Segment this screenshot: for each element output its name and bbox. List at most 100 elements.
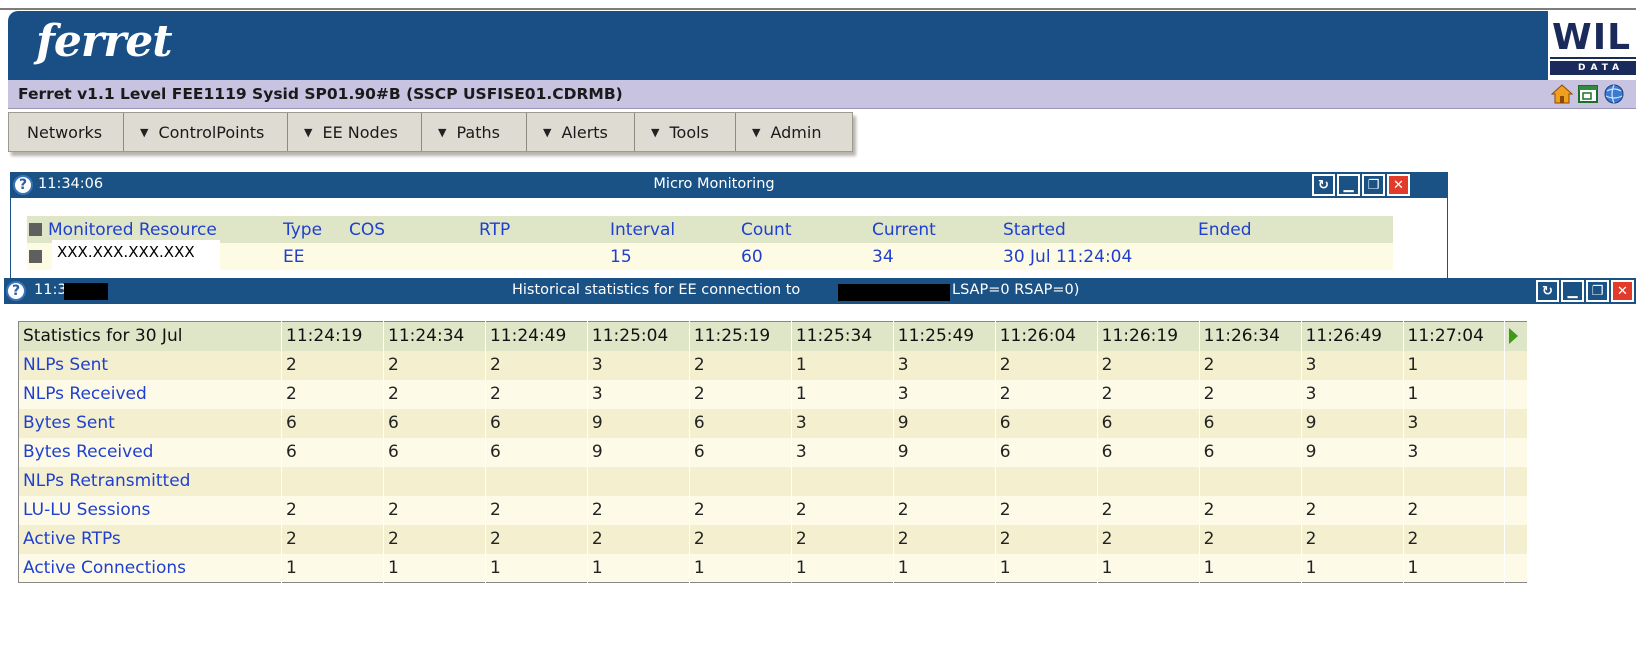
menu-networks-label: Networks bbox=[27, 122, 103, 142]
col-ended[interactable]: Ended bbox=[1196, 216, 1393, 243]
stats-cell: 1 bbox=[791, 553, 894, 583]
stats-cell: 2 bbox=[485, 350, 588, 380]
row-interval: 15 bbox=[608, 243, 739, 270]
time-column-header: 11:24:49 bbox=[485, 321, 588, 351]
stats-cell: 3 bbox=[1301, 379, 1404, 409]
stats-cell: 6 bbox=[1199, 437, 1302, 467]
stats-date-label: Statistics for 30 Jul bbox=[18, 321, 283, 351]
col-monitored-resource[interactable]: Monitored Resource bbox=[27, 216, 281, 243]
menu-paths[interactable]: ▼ Paths bbox=[422, 113, 527, 151]
next-page-button[interactable] bbox=[1504, 321, 1528, 351]
menu-controlpoints[interactable]: ▼ ControlPoints bbox=[124, 113, 288, 151]
close-icon[interactable]: ✕ bbox=[1387, 174, 1410, 196]
stats-row-label[interactable]: Bytes Sent bbox=[18, 408, 283, 438]
restore-icon[interactable]: ❐ bbox=[1586, 280, 1609, 302]
stats-row-end bbox=[1504, 553, 1528, 583]
time-column-header: 11:24:34 bbox=[383, 321, 486, 351]
minimize-icon[interactable]: ▁ bbox=[1337, 174, 1360, 196]
stats-cell: 1 bbox=[1097, 553, 1200, 583]
micro-title: Micro Monitoring bbox=[653, 176, 775, 192]
stats-cell: 2 bbox=[383, 524, 486, 554]
stats-row-label[interactable]: NLPs Sent bbox=[18, 350, 283, 380]
refresh-icon[interactable]: ↻ bbox=[1312, 174, 1335, 196]
micro-data-row[interactable]: EE 15 60 34 30 Jul 11:24:04 bbox=[27, 243, 1393, 270]
home-icon[interactable] bbox=[1550, 82, 1574, 106]
menu-paths-label: Paths bbox=[456, 122, 500, 142]
row-checkbox[interactable] bbox=[29, 250, 42, 263]
time-redaction bbox=[64, 283, 108, 300]
stats-cell: 2 bbox=[485, 495, 588, 525]
chevron-down-icon: ▼ bbox=[140, 125, 149, 139]
stats-cell bbox=[1403, 466, 1506, 496]
menu-networks[interactable]: Networks bbox=[9, 113, 124, 151]
window-icon[interactable] bbox=[1576, 82, 1600, 106]
col-current[interactable]: Current bbox=[870, 216, 1001, 243]
menu-admin-label: Admin bbox=[770, 122, 822, 142]
menu-alerts[interactable]: ▼ Alerts bbox=[527, 113, 635, 151]
chevron-down-icon: ▼ bbox=[651, 125, 660, 139]
time-column-header: 11:27:04 bbox=[1403, 321, 1506, 351]
menu-ee-nodes[interactable]: ▼ EE Nodes bbox=[288, 113, 422, 151]
stats-cell: 2 bbox=[689, 495, 792, 525]
stats-cell: 1 bbox=[689, 553, 792, 583]
stats-cell: 6 bbox=[689, 408, 792, 438]
stats-row: Bytes Sent 6 6 6 9 6 3 9 6 6 6 9 3 bbox=[18, 408, 1528, 438]
stats-cell: 2 bbox=[791, 495, 894, 525]
stats-cell: 3 bbox=[791, 408, 894, 438]
time-column-header: 11:26:19 bbox=[1097, 321, 1200, 351]
globe-icon[interactable] bbox=[1602, 82, 1626, 106]
col-type[interactable]: Type bbox=[281, 216, 347, 243]
stats-cell: 2 bbox=[1403, 495, 1506, 525]
stats-cell: 2 bbox=[1301, 495, 1404, 525]
hist-title-text: Historical statistics for EE connection … bbox=[512, 282, 801, 298]
stats-row-label[interactable]: Bytes Received bbox=[18, 437, 283, 467]
col-count[interactable]: Count bbox=[739, 216, 870, 243]
stats-cell: 1 bbox=[1403, 379, 1506, 409]
stats-row-label[interactable]: NLPs Received bbox=[18, 379, 283, 409]
stats-cell: 9 bbox=[1301, 437, 1404, 467]
select-all-checkbox[interactable] bbox=[29, 223, 42, 236]
stats-cell: 2 bbox=[587, 495, 690, 525]
stats-cell: 3 bbox=[791, 437, 894, 467]
close-icon[interactable]: ✕ bbox=[1611, 280, 1634, 302]
time-column-header: 11:26:34 bbox=[1199, 321, 1302, 351]
stats-cell: 2 bbox=[383, 350, 486, 380]
menu-admin[interactable]: ▼ Admin bbox=[736, 113, 852, 151]
stats-cell: 3 bbox=[1403, 408, 1506, 438]
menu-tools[interactable]: ▼ Tools bbox=[635, 113, 736, 151]
stats-cell: 2 bbox=[587, 524, 690, 554]
col-cos[interactable]: COS bbox=[347, 216, 477, 243]
stats-row-label[interactable]: Active Connections bbox=[18, 553, 283, 583]
time-column-header: 11:25:34 bbox=[791, 321, 894, 351]
time-column-header: 11:24:19 bbox=[281, 321, 384, 351]
stats-cell: 2 bbox=[995, 379, 1098, 409]
play-next-icon bbox=[1509, 328, 1519, 345]
stats-cell: 2 bbox=[281, 495, 384, 525]
stats-cell: 1 bbox=[791, 379, 894, 409]
stats-cell: 6 bbox=[383, 437, 486, 467]
stats-cell: 2 bbox=[1403, 524, 1506, 554]
col-rtp[interactable]: RTP bbox=[477, 216, 608, 243]
stats-cell: 3 bbox=[893, 350, 996, 380]
ferret-logo: ferret bbox=[36, 16, 173, 67]
app-root: ferret WIL DATA Ferret v1.1 Level FEE111… bbox=[0, 0, 1636, 664]
minimize-icon[interactable]: ▁ bbox=[1561, 280, 1584, 302]
col-interval[interactable]: Interval bbox=[608, 216, 739, 243]
help-icon[interactable]: ? bbox=[6, 281, 26, 301]
micro-titlebar: ? 11:34:06 Micro Monitoring ↻ ▁ ❐ ✕ bbox=[10, 172, 1448, 198]
stats-row-label[interactable]: LU-LU Sessions bbox=[18, 495, 283, 525]
stats-cell: 2 bbox=[281, 350, 384, 380]
menu-ee-nodes-label: EE Nodes bbox=[322, 122, 398, 142]
col-started[interactable]: Started bbox=[1001, 216, 1196, 243]
stats-cell bbox=[281, 466, 384, 496]
stats-cell: 9 bbox=[587, 437, 690, 467]
stats-row-label[interactable]: NLPs Retransmitted bbox=[18, 466, 283, 496]
chevron-down-icon: ▼ bbox=[438, 125, 447, 139]
stats-row-label[interactable]: Active RTPs bbox=[18, 524, 283, 554]
refresh-icon[interactable]: ↻ bbox=[1536, 280, 1559, 302]
stats-cell bbox=[995, 466, 1098, 496]
stats-header-row: Statistics for 30 Jul 11:24:19 11:24:34 11… bbox=[18, 321, 1528, 351]
stats-cell: 2 bbox=[791, 524, 894, 554]
restore-icon[interactable]: ❐ bbox=[1362, 174, 1385, 196]
corp-logo: WIL DATA bbox=[1550, 11, 1636, 80]
